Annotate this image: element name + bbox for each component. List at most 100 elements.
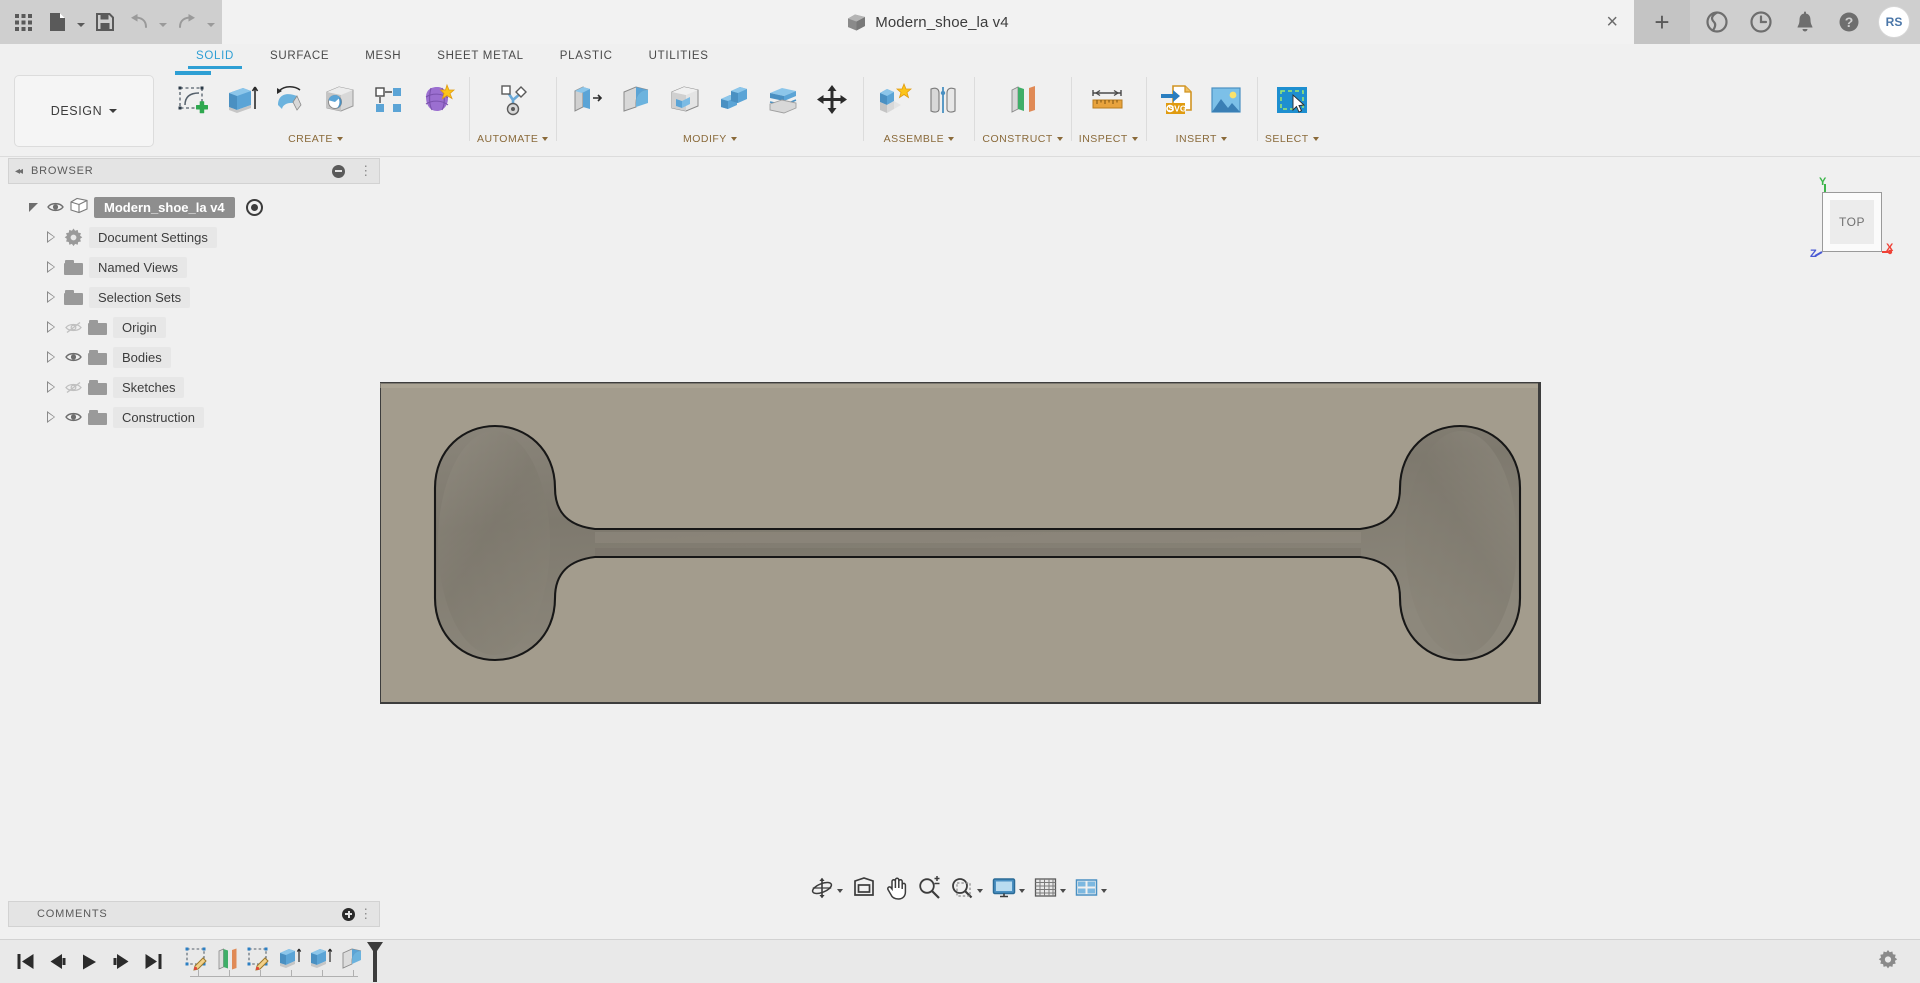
workspace-switcher-button[interactable]: DESIGN bbox=[14, 75, 154, 147]
timeline-end-marker[interactable] bbox=[366, 942, 384, 982]
tab-utilities[interactable]: UTILITIES bbox=[631, 44, 727, 69]
create-sketch-button[interactable] bbox=[170, 73, 216, 127]
tab-surface[interactable]: SURFACE bbox=[252, 44, 347, 69]
browser-item-bodies[interactable]: Bodies bbox=[8, 342, 380, 372]
add-comment-icon[interactable] bbox=[342, 908, 355, 921]
help-icon[interactable]: ? bbox=[1828, 0, 1870, 44]
timeline-feature-sketch-1[interactable] bbox=[182, 945, 213, 979]
browser-item-named-views[interactable]: Named Views bbox=[8, 252, 380, 282]
play-button[interactable] bbox=[74, 945, 104, 979]
undo-caret-icon[interactable] bbox=[156, 0, 170, 44]
chevron-down-icon[interactable] bbox=[1101, 889, 1107, 893]
revolve-button[interactable] bbox=[268, 73, 314, 127]
viewport-canvas[interactable]: TOP Y X Z bbox=[380, 158, 1920, 911]
offset-face-button[interactable] bbox=[760, 73, 806, 127]
step-forward-button[interactable] bbox=[106, 945, 136, 979]
tab-mesh[interactable]: MESH bbox=[347, 44, 419, 69]
sphere-button[interactable] bbox=[317, 73, 363, 127]
zoom-window-button[interactable] bbox=[946, 873, 987, 903]
file-icon[interactable] bbox=[40, 0, 74, 44]
expand-arrow-icon[interactable] bbox=[44, 320, 58, 334]
job-status-icon[interactable] bbox=[1740, 0, 1782, 44]
avatar[interactable]: RS bbox=[1878, 6, 1910, 38]
measure-button[interactable] bbox=[1085, 73, 1131, 127]
visibility-eye-icon[interactable] bbox=[46, 201, 64, 213]
ribbon-group-label-select[interactable]: SELECT bbox=[1265, 133, 1319, 145]
save-icon[interactable] bbox=[88, 0, 122, 44]
ribbon-group-label-modify[interactable]: MODIFY bbox=[683, 133, 737, 145]
expand-arrow-icon[interactable] bbox=[44, 350, 58, 364]
automate-button[interactable] bbox=[490, 73, 536, 127]
file-menu-caret-icon[interactable] bbox=[74, 0, 88, 44]
redo-icon[interactable] bbox=[170, 0, 204, 44]
timeline-feature-plane-1[interactable] bbox=[213, 945, 244, 979]
comments-grip-icon[interactable]: ⋮ bbox=[359, 906, 373, 922]
viewport-layout-button[interactable] bbox=[1071, 873, 1111, 903]
chevron-down-icon[interactable] bbox=[977, 889, 983, 893]
press-pull-button[interactable] bbox=[564, 73, 610, 127]
insert-svg-button[interactable]: SVG bbox=[1154, 73, 1200, 127]
tab-sheet-metal[interactable]: SHEET METAL bbox=[419, 44, 542, 69]
expand-arrow-icon[interactable] bbox=[44, 410, 58, 424]
combine-button[interactable] bbox=[711, 73, 757, 127]
insert-image-button[interactable] bbox=[1203, 73, 1249, 127]
view-cube-face[interactable]: TOP bbox=[1822, 192, 1882, 252]
model-3d-view[interactable] bbox=[380, 158, 1920, 911]
redo-caret-icon[interactable] bbox=[204, 0, 218, 44]
select-button[interactable] bbox=[1269, 73, 1315, 127]
view-cube[interactable]: TOP Y X Z bbox=[1802, 176, 1898, 262]
visibility-eye-off-icon[interactable] bbox=[64, 381, 82, 394]
look-at-button[interactable] bbox=[848, 873, 880, 903]
browser-grip-icon[interactable]: ⋮ bbox=[359, 163, 373, 179]
expand-arrow-icon[interactable] bbox=[26, 200, 40, 214]
ribbon-group-label-create[interactable]: CREATE bbox=[288, 133, 343, 145]
timeline-feature-sketch-2[interactable] bbox=[244, 945, 275, 979]
browser-item-sketches[interactable]: Sketches bbox=[8, 372, 380, 402]
fillet-button[interactable] bbox=[613, 73, 659, 127]
pan-button[interactable] bbox=[881, 873, 912, 903]
ribbon-group-label-assemble[interactable]: ASSEMBLE bbox=[884, 133, 955, 145]
browser-item-document-settings[interactable]: Document Settings bbox=[8, 222, 380, 252]
tab-plastic[interactable]: PLASTIC bbox=[542, 44, 631, 69]
visibility-eye-icon[interactable] bbox=[64, 351, 82, 363]
go-to-beginning-button[interactable] bbox=[10, 945, 40, 979]
undo-icon[interactable] bbox=[122, 0, 156, 44]
notifications-icon[interactable] bbox=[1784, 0, 1826, 44]
chevron-down-icon[interactable] bbox=[1019, 889, 1025, 893]
visibility-eye-off-icon[interactable] bbox=[64, 321, 82, 334]
timeline-feature-extrude-2[interactable] bbox=[306, 945, 337, 979]
document-tab[interactable]: Modern_shoe_la v4 × bbox=[222, 0, 1634, 44]
expand-arrow-icon[interactable] bbox=[44, 290, 58, 304]
visibility-eye-icon[interactable] bbox=[64, 411, 82, 423]
browser-root-item[interactable]: Modern_shoe_la v4 bbox=[8, 192, 380, 222]
ribbon-group-label-automate[interactable]: AUTOMATE bbox=[477, 133, 548, 145]
timeline-feature-fillet-1[interactable] bbox=[337, 945, 368, 979]
browser-item-construction[interactable]: Construction bbox=[8, 402, 380, 432]
tab-solid[interactable]: SOLID bbox=[178, 44, 252, 69]
new-tab-button[interactable]: + bbox=[1634, 0, 1690, 44]
expand-arrow-icon[interactable] bbox=[44, 380, 58, 394]
app-grid-icon[interactable] bbox=[6, 0, 40, 44]
extensions-icon[interactable] bbox=[1696, 0, 1738, 44]
expand-arrow-icon[interactable] bbox=[44, 260, 58, 274]
extrude-button[interactable] bbox=[219, 73, 265, 127]
browser-minimize-icon[interactable] bbox=[332, 165, 345, 178]
grid-snaps-button[interactable] bbox=[1030, 873, 1070, 903]
offset-plane-button[interactable] bbox=[1000, 73, 1046, 127]
ribbon-group-label-inspect[interactable]: INSPECT bbox=[1079, 133, 1138, 145]
go-to-end-button[interactable] bbox=[138, 945, 168, 979]
ribbon-group-label-insert[interactable]: INSERT bbox=[1176, 133, 1227, 145]
joint-button[interactable] bbox=[920, 73, 966, 127]
shell-button[interactable] bbox=[662, 73, 708, 127]
ribbon-group-label-construct[interactable]: CONSTRUCT bbox=[982, 133, 1062, 145]
chevron-down-icon[interactable] bbox=[1060, 889, 1066, 893]
comments-panel[interactable]: COMMENTS ⋮ bbox=[8, 901, 380, 927]
chevron-down-icon[interactable] bbox=[837, 889, 843, 893]
browser-item-selection-sets[interactable]: Selection Sets bbox=[8, 282, 380, 312]
pattern-button[interactable] bbox=[366, 73, 412, 127]
move-copy-button[interactable] bbox=[809, 73, 855, 127]
create-form-button[interactable] bbox=[415, 73, 461, 127]
activate-component-icon[interactable] bbox=[246, 199, 263, 216]
orbit-button[interactable] bbox=[806, 873, 847, 903]
step-back-button[interactable] bbox=[42, 945, 72, 979]
